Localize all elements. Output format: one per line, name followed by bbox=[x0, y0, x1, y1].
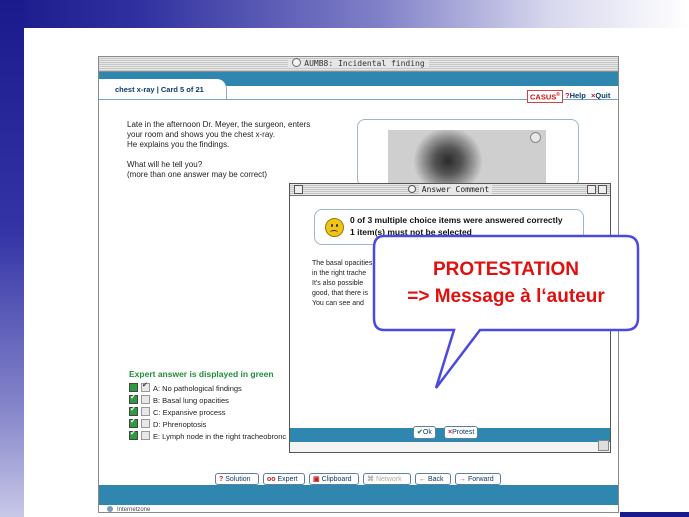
dialog-titlebar[interactable]: Answer Comment bbox=[290, 184, 610, 196]
checkmark-icon: ✔ bbox=[130, 406, 136, 413]
clipboard-label: Clipboard bbox=[321, 476, 352, 483]
clipboard-button[interactable]: ▣ Clipboard bbox=[309, 473, 359, 485]
back-button[interactable]: ← Back bbox=[415, 473, 451, 485]
forward-button[interactable]: → Forward bbox=[455, 473, 501, 485]
expert-label: Expert bbox=[277, 476, 298, 483]
slide-top-band bbox=[0, 0, 689, 28]
casus-logo-text: CASUS bbox=[530, 92, 557, 102]
footer-strip bbox=[99, 485, 618, 505]
dialog-zoom-icon[interactable] bbox=[587, 185, 596, 194]
casus-logo-mark: ® bbox=[556, 92, 560, 98]
callout-heading: PROTESTATION bbox=[432, 259, 580, 280]
choice-b[interactable]: ✔ B: Basal lung opacities bbox=[129, 394, 229, 406]
choice-label: C: Expansive process bbox=[153, 408, 226, 417]
back-label: Back bbox=[427, 476, 444, 483]
question-hint: (more than one answer may be correct) bbox=[127, 170, 268, 179]
card-narrative: Late in the afternoon Dr. Meyer, the sur… bbox=[127, 120, 355, 180]
user-checkbox: ✔ bbox=[141, 382, 150, 392]
user-checkbox bbox=[141, 407, 150, 416]
choice-label: B: Basal lung opacities bbox=[153, 396, 229, 405]
expert-checkbox bbox=[129, 383, 138, 392]
help-label: Help bbox=[569, 91, 586, 100]
card-tab[interactable]: chest x-ray | Card 5 of 21 bbox=[99, 79, 227, 99]
window-title-label: AUMB8: Incidental finding bbox=[288, 58, 429, 68]
checkmark-icon: ✔ bbox=[130, 394, 136, 401]
clipboard-icon: ▣ bbox=[313, 476, 320, 483]
narrative-gap bbox=[127, 150, 355, 160]
quit-label: Quit bbox=[595, 91, 611, 100]
expert-checkbox: ✔ bbox=[129, 418, 138, 428]
network-button[interactable]: ⌘ Network bbox=[363, 473, 411, 485]
checkmark-icon: ✔ bbox=[130, 430, 136, 437]
network-icon: ⌘ bbox=[367, 476, 374, 483]
xray-frame bbox=[357, 119, 579, 187]
expert-checkbox: ✔ bbox=[129, 406, 138, 416]
choice-e[interactable]: ✔ E: Lymph node in the right tracheobronc bbox=[129, 430, 287, 442]
result-summary: 0 of 3 multiple choice items were answer… bbox=[350, 215, 563, 225]
sad-face-icon bbox=[325, 218, 344, 237]
choice-d[interactable]: ✔ D: Phrenoptosis bbox=[129, 418, 207, 430]
quit-button[interactable]: ×Quit bbox=[591, 90, 610, 101]
dialog-close-icon[interactable] bbox=[294, 185, 303, 194]
ok-button[interactable]: ✔Ok bbox=[413, 426, 436, 439]
casus-logo: CASUS® bbox=[527, 90, 563, 103]
arrow-left-icon: ← bbox=[419, 476, 426, 483]
dialog-title: Answer Comment bbox=[418, 185, 493, 194]
expert-answer-title: Expert answer is displayed in green bbox=[129, 369, 274, 379]
protest-label: Protest bbox=[452, 429, 475, 436]
slide-bottom-bar bbox=[620, 512, 689, 517]
help-icon: ? bbox=[219, 476, 224, 483]
choice-a[interactable]: ✔ A: No pathological findings bbox=[129, 382, 242, 394]
magnifier-icon[interactable] bbox=[530, 132, 541, 143]
help-button[interactable]: ?Help bbox=[565, 90, 586, 101]
network-label: Network bbox=[375, 476, 402, 483]
question-line: What will he tell you? bbox=[127, 160, 203, 169]
expert-checkbox: ✔ bbox=[129, 430, 138, 440]
user-checkbox bbox=[141, 395, 150, 404]
expert-checkbox: ✔ bbox=[129, 394, 138, 404]
glasses-icon: oo bbox=[267, 476, 276, 483]
narrative-line: your room and shows you the chest x-ray. bbox=[127, 130, 275, 139]
expert-button[interactable]: oo Expert bbox=[263, 473, 305, 485]
ok-label: Ok bbox=[422, 429, 432, 436]
solution-button[interactable]: ? Solution bbox=[215, 473, 259, 485]
globe-icon bbox=[107, 506, 113, 512]
window-title: AUMB8: Incidental finding bbox=[304, 59, 425, 68]
chest-xray-image[interactable] bbox=[388, 130, 546, 186]
forward-label: Forward bbox=[467, 476, 494, 483]
status-label: Internetzone bbox=[117, 507, 151, 513]
choice-label: E: Lymph node in the right tracheobronc bbox=[153, 432, 287, 441]
window-close-icon[interactable] bbox=[292, 58, 302, 67]
protest-callout-bubble bbox=[372, 234, 640, 389]
slide-left-band bbox=[0, 0, 24, 517]
dialog-collapse-icon[interactable] bbox=[598, 185, 607, 194]
callout-message: => Message à l‘auteur bbox=[407, 286, 605, 307]
narrative-line: Late in the afternoon Dr. Meyer, the sur… bbox=[127, 120, 311, 129]
choice-label: D: Phrenoptosis bbox=[153, 420, 207, 429]
protest-button[interactable]: ×Protest bbox=[444, 426, 479, 439]
window-titlebar[interactable]: AUMB8: Incidental finding bbox=[99, 57, 618, 72]
resize-handle[interactable] bbox=[598, 440, 609, 451]
choice-label: A: No pathological findings bbox=[153, 384, 242, 393]
dialog-title-circle-icon bbox=[407, 185, 416, 193]
choice-c[interactable]: ✔ C: Expansive process bbox=[129, 406, 226, 418]
user-checkbox bbox=[141, 419, 150, 428]
narrative-line: He explains you the findings. bbox=[127, 140, 230, 149]
checkmark-icon: ✔ bbox=[142, 382, 148, 389]
checkmark-icon: ✔ bbox=[130, 418, 136, 425]
solution-label: Solution bbox=[225, 476, 251, 483]
arrow-right-icon: → bbox=[459, 476, 466, 483]
user-checkbox bbox=[141, 431, 150, 440]
